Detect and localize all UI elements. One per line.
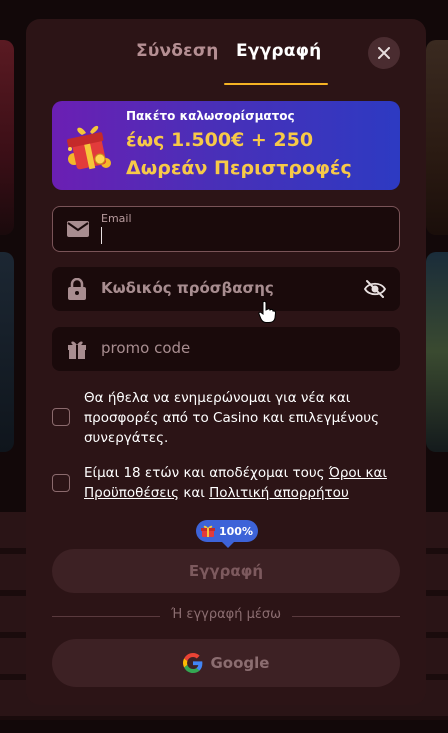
close-button[interactable] [368,37,400,69]
bonus-percent: 100% [219,524,253,538]
close-icon [378,47,390,59]
social-divider: Ή εγγραφή μέσω [52,606,400,626]
divider-line [292,616,400,617]
banner-subtitle: Πακέτο καλωσορίσματος [126,109,295,123]
tab-register[interactable]: Εγγραφή [236,41,321,61]
age-terms-checkbox[interactable] [52,474,70,492]
promo-code-field[interactable]: promo code [52,327,400,371]
password-field[interactable]: Κωδικός πρόσβασης [52,267,400,311]
text-caret [101,227,102,244]
gift-box-icon [201,525,215,537]
background-game-card [0,40,14,235]
eye-off-icon[interactable] [364,278,386,300]
registration-modal: Σύνδεση Εγγραφή Πακέτο καλωσορίσματος έω… [26,19,426,705]
email-input[interactable] [101,226,381,246]
age-terms-text: Είμαι 18 ετών και αποδέχομαι τους Όροι κ… [84,463,394,503]
welcome-bonus-banner[interactable]: Πακέτο καλωσορίσματος έως 1.500€ + 250 Δ… [52,101,400,190]
google-label: Google [210,654,270,672]
background-game-card [426,252,448,452]
google-signup-button[interactable]: Google [52,639,400,687]
password-placeholder: Κωδικός πρόσβασης [101,279,274,297]
email-field[interactable]: Email [52,206,400,252]
background-game-card [426,40,448,235]
register-button[interactable]: Εγγραφή [52,549,400,593]
promo-placeholder: promo code [101,339,191,357]
newsletter-checkbox[interactable] [52,408,70,426]
tab-login[interactable]: Σύνδεση [136,41,219,61]
banner-free-spins: Δωρεάν Περιστροφές [126,157,352,179]
banner-bonus-amount: έως 1.500€ + 250 [126,129,314,151]
hand-cursor-icon [258,301,276,323]
email-label: Email [101,212,132,225]
age-terms-prefix: Είμαι 18 ετών και αποδέχομαι τους [84,465,329,481]
bonus-badge: 100% [196,520,258,548]
newsletter-consent-text: Θα ήθελα να ενημερώνομαι για νέα και προ… [84,390,380,446]
envelope-icon [67,219,89,239]
background-game-card [0,252,14,452]
and-word: και [179,485,210,501]
gift-box-icon [67,125,111,170]
privacy-policy-link[interactable]: Πολιτική απορρήτου [209,485,349,501]
gift-icon [66,339,88,359]
google-icon [182,653,202,673]
lock-icon [66,278,88,300]
auth-tabs: Σύνδεση Εγγραφή [26,19,426,85]
active-tab-indicator [224,83,328,85]
divider-label: Ή εγγραφή μέσω [170,607,282,622]
